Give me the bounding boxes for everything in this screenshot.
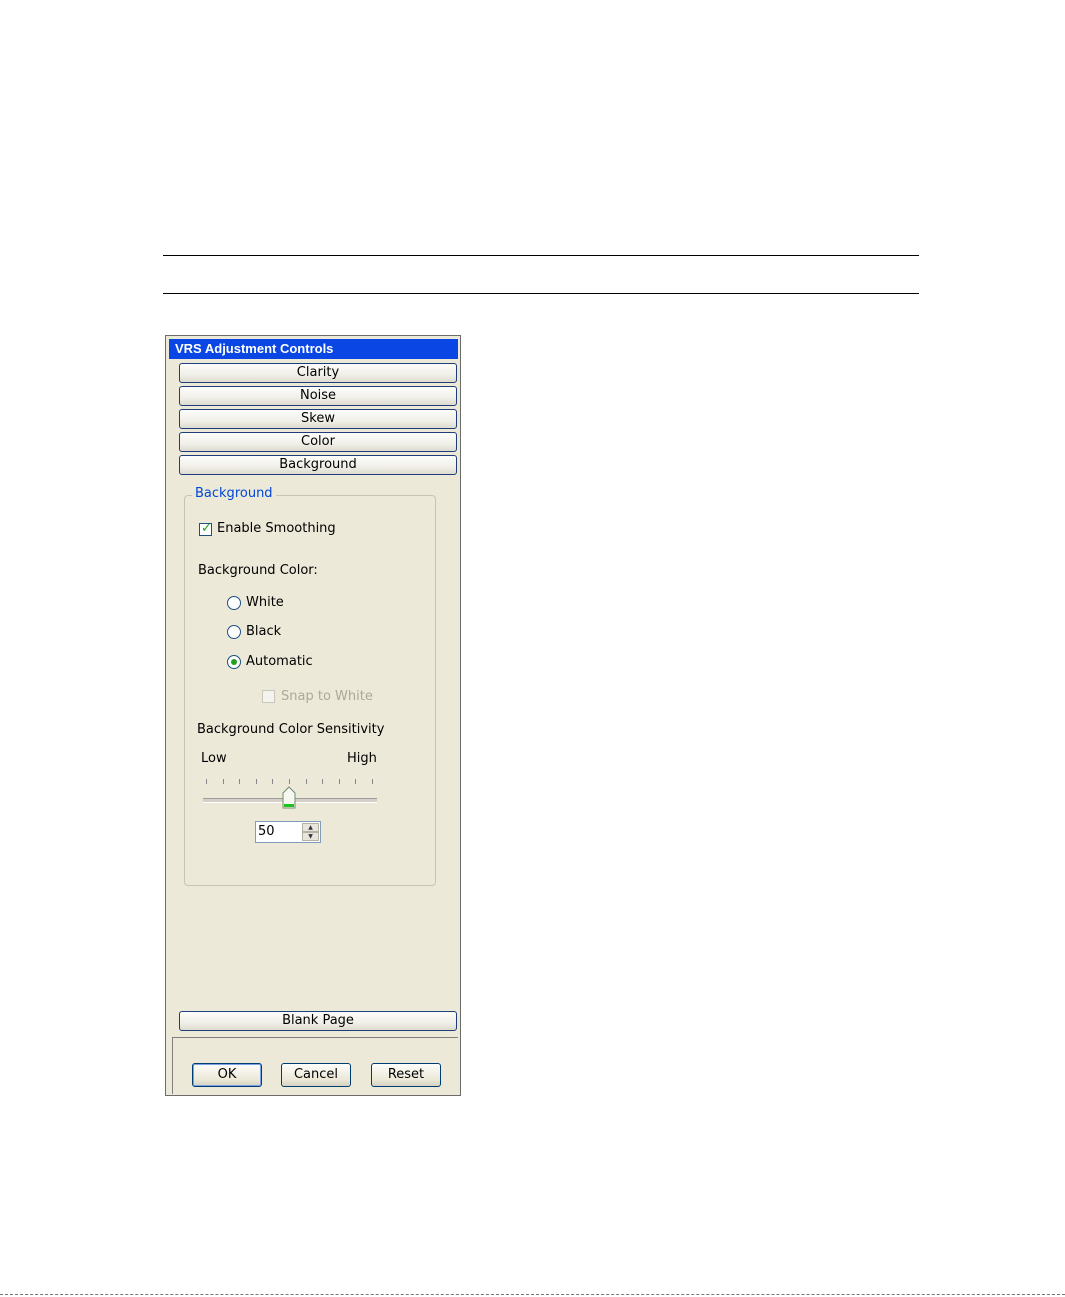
radio-selected-dot bbox=[231, 659, 237, 665]
check-icon: ✓ bbox=[201, 521, 212, 536]
radio-black-label[interactable]: Black bbox=[246, 624, 281, 639]
page-bottom-rule bbox=[0, 1294, 1065, 1295]
radio-black[interactable] bbox=[227, 625, 241, 639]
spin-buttons: ▲ ▼ bbox=[302, 823, 319, 841]
cancel-button[interactable]: Cancel bbox=[281, 1063, 351, 1087]
section-skew-button[interactable]: Skew bbox=[179, 409, 457, 429]
ok-button[interactable]: OK bbox=[192, 1063, 262, 1087]
section-color-button[interactable]: Color bbox=[179, 432, 457, 452]
sensitivity-spinbox[interactable]: 50 ▲ ▼ bbox=[255, 821, 321, 843]
snap-to-white-checkbox[interactable] bbox=[262, 690, 275, 703]
slider-low-label: Low bbox=[201, 751, 227, 766]
radio-automatic[interactable] bbox=[227, 655, 241, 669]
radio-automatic-label[interactable]: Automatic bbox=[246, 654, 313, 669]
slider-tick bbox=[239, 779, 240, 784]
slider-tick bbox=[306, 779, 307, 784]
slider-tick bbox=[289, 779, 290, 784]
slider-tick bbox=[372, 779, 373, 784]
slider-tick bbox=[223, 779, 224, 784]
background-group-legend: Background bbox=[192, 486, 276, 501]
section-background-button[interactable]: Background bbox=[179, 455, 457, 475]
slider-tick bbox=[339, 779, 340, 784]
background-color-label: Background Color: bbox=[198, 563, 318, 578]
slider-thumb[interactable] bbox=[282, 786, 296, 810]
reset-button[interactable]: Reset bbox=[371, 1063, 441, 1087]
radio-white[interactable] bbox=[227, 596, 241, 610]
section-blank-page-button[interactable]: Blank Page bbox=[179, 1011, 457, 1031]
header-rule-bottom bbox=[163, 293, 919, 294]
section-noise-button[interactable]: Noise bbox=[179, 386, 457, 406]
snap-to-white-label[interactable]: Snap to White bbox=[281, 689, 373, 704]
spin-up-icon[interactable]: ▲ bbox=[302, 823, 319, 832]
header-rule-top bbox=[163, 255, 919, 256]
enable-smoothing-label[interactable]: Enable Smoothing bbox=[217, 521, 336, 536]
vrs-adjustment-panel: VRS Adjustment Controls Clarity Noise Sk… bbox=[165, 335, 461, 1096]
radio-white-label[interactable]: White bbox=[246, 595, 284, 610]
slider-high-label: High bbox=[347, 751, 377, 766]
panel-title: VRS Adjustment Controls bbox=[169, 339, 458, 359]
slider-tick bbox=[206, 779, 207, 784]
slider-tick bbox=[256, 779, 257, 784]
enable-smoothing-checkbox[interactable]: ✓ bbox=[199, 521, 212, 536]
spin-down-icon[interactable]: ▼ bbox=[302, 832, 319, 841]
sensitivity-value[interactable]: 50 bbox=[258, 824, 275, 839]
slider-tick bbox=[355, 779, 356, 784]
slider-tick bbox=[322, 779, 323, 784]
section-clarity-button[interactable]: Clarity bbox=[179, 363, 457, 383]
slider-tick bbox=[272, 779, 273, 784]
sensitivity-label: Background Color Sensitivity bbox=[197, 722, 385, 737]
